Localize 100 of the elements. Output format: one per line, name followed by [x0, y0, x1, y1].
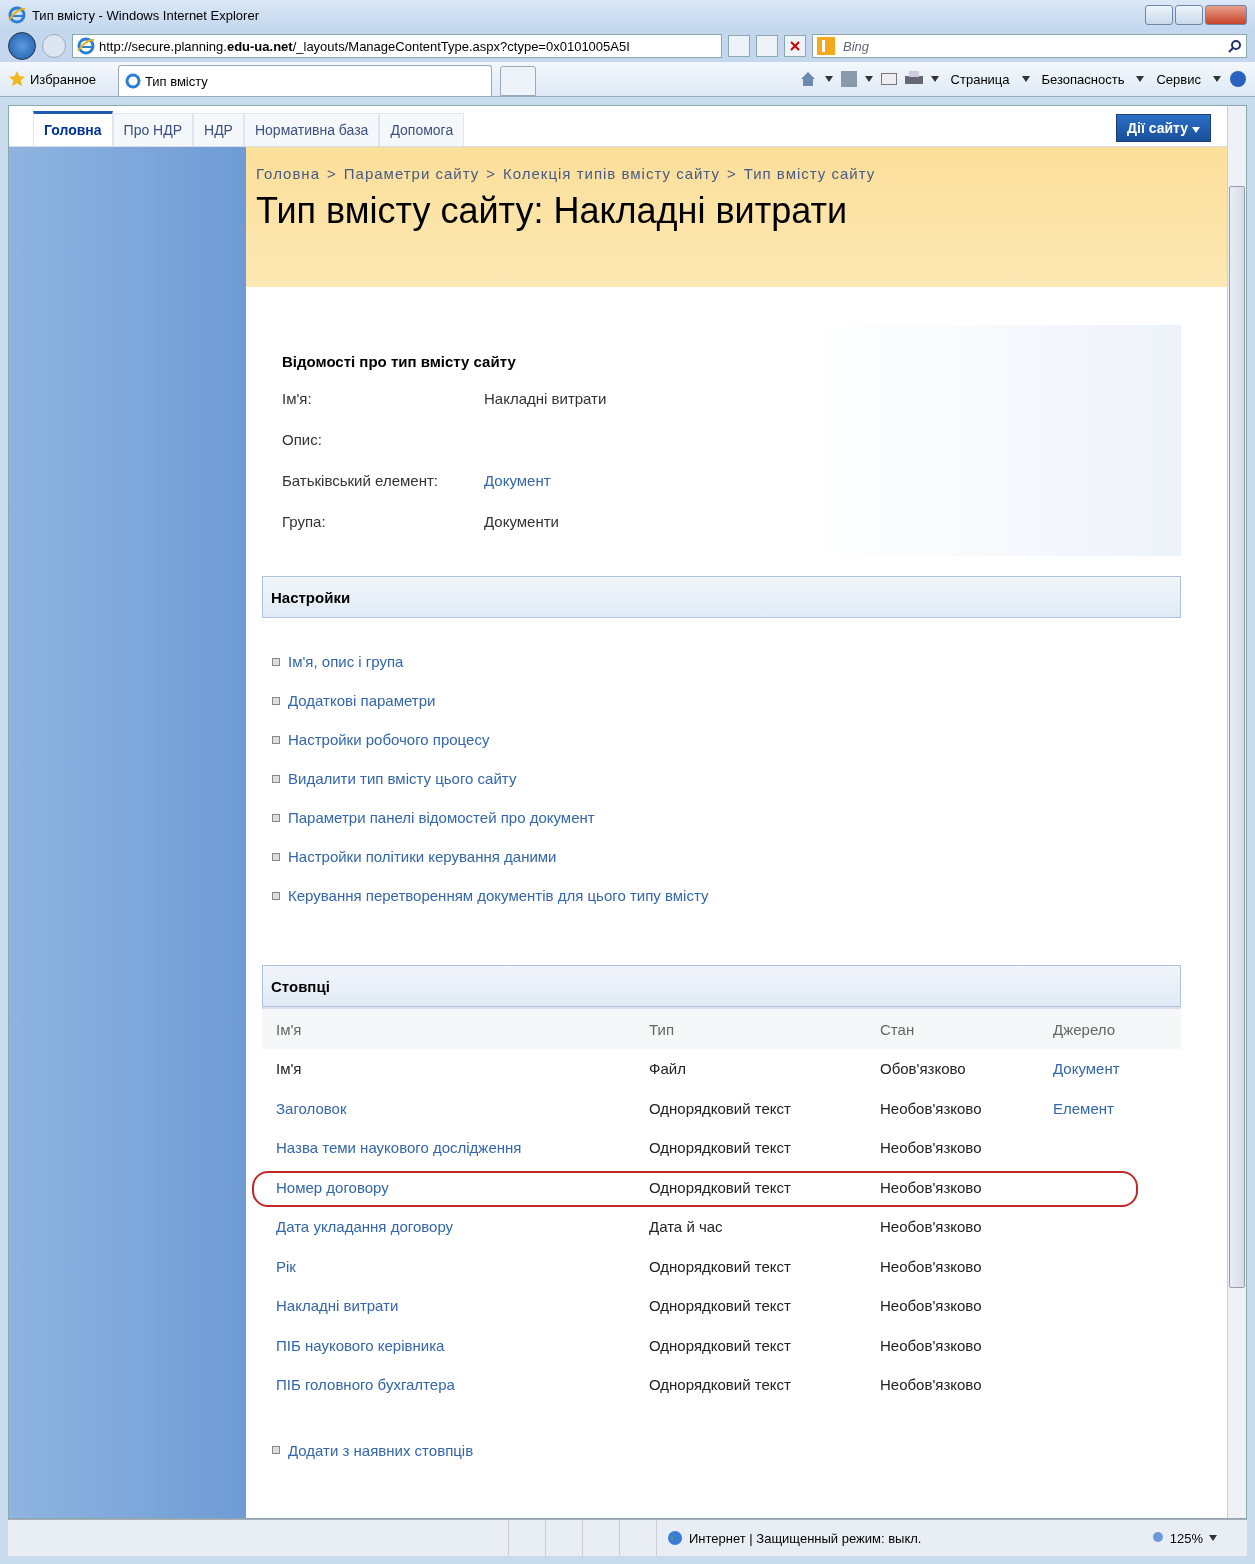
window-title: Тип вмісту - Windows Internet Explorer	[32, 7, 260, 23]
field-label: Опис:	[282, 431, 323, 448]
settings-link[interactable]: Ім'я, опис і група	[288, 653, 404, 670]
dropdown-arrow-icon[interactable]	[824, 76, 833, 82]
maximize-button[interactable]	[1175, 5, 1203, 25]
zoom-icon	[1151, 1531, 1166, 1545]
breadcrumb-link[interactable]: Головна	[256, 165, 320, 182]
settings-link[interactable]: Настройки політики керування даними	[288, 848, 557, 865]
ie-logo-icon	[77, 37, 95, 55]
settings-link[interactable]: Параметри панелі відомостей про документ	[288, 809, 595, 826]
section-heading: Відомості про тип вмісту сайту	[282, 353, 517, 370]
stop-button[interactable]	[784, 35, 806, 57]
column-link[interactable]: Назва теми наукового дослідження	[276, 1139, 522, 1157]
settings-link[interactable]: Додаткові параметри	[288, 692, 436, 709]
settings-link[interactable]: Настройки робочого процесу	[288, 731, 490, 748]
bullet-icon	[272, 657, 280, 666]
column-link[interactable]: Рік	[276, 1257, 296, 1275]
table-cell: Необов'язково	[880, 1139, 982, 1157]
breadcrumb-link[interactable]: Параметри сайту	[343, 165, 480, 182]
table-cell: Однорядковий текст	[649, 1139, 791, 1157]
bing-logo-icon	[817, 37, 835, 55]
globe-icon	[667, 1530, 683, 1546]
bullet-icon	[272, 852, 280, 861]
table-cell: Необов'язково	[880, 1178, 982, 1196]
section-heading: Настройки	[262, 576, 1181, 618]
ie-logo-icon	[124, 73, 141, 89]
minimize-button[interactable]	[1145, 5, 1173, 25]
table-cell: Однорядковий текст	[649, 1178, 791, 1196]
menu-button[interactable]: Страница	[946, 71, 1014, 87]
column-header: Ім'я	[262, 1007, 635, 1049]
field-value: Документи	[484, 513, 560, 530]
breadcrumb-link[interactable]: Колекція типів вмісту сайту	[503, 165, 720, 182]
add-columns-link[interactable]: Додати з наявних стовпців	[288, 1441, 474, 1459]
browser-tab[interactable]: Тип вмісту	[117, 65, 492, 96]
breadcrumb-separator: >	[726, 165, 737, 182]
back-button[interactable]	[8, 32, 36, 60]
column-link[interactable]: ПІБ головного бухгалтера	[276, 1376, 455, 1394]
search-field[interactable]: Bing	[812, 34, 1247, 58]
field-value: Накладні витрати	[484, 390, 608, 407]
field-label: Ім'я:	[282, 390, 313, 407]
menu-button[interactable]: Сервис	[1152, 71, 1205, 87]
menu-button[interactable]: Безопасность	[1037, 71, 1129, 87]
table-cell: Необов'язково	[880, 1376, 982, 1394]
table-cell: Однорядковий текст	[649, 1376, 791, 1394]
scrollbar[interactable]	[1227, 106, 1246, 1518]
bullet-icon	[272, 891, 280, 900]
dropdown-arrow-icon	[1192, 127, 1200, 133]
column-link[interactable]: ПІБ наукового керівника	[276, 1336, 445, 1354]
table-cell: Необов'язково	[880, 1257, 982, 1275]
table-cell: Файл	[649, 1060, 686, 1078]
search-icon[interactable]	[1228, 39, 1242, 53]
table-cell: Ім'я	[276, 1060, 302, 1078]
table-cell: Однорядковий текст	[649, 1257, 791, 1275]
zoom-button[interactable]: 125%	[1145, 1529, 1209, 1547]
ie-logo-icon	[8, 6, 26, 24]
table-cell: Однорядковий текст	[649, 1099, 791, 1117]
nav-tab[interactable]: Про НДР	[112, 113, 194, 146]
nav-tab[interactable]: НДР	[193, 113, 244, 146]
settings-link[interactable]: Видалити тип вмісту цього сайту	[288, 770, 517, 787]
table-cell: Обов'язково	[880, 1060, 966, 1078]
field-link[interactable]: Документ	[484, 472, 1161, 489]
site-actions-button[interactable]: Дії сайту	[1116, 114, 1211, 142]
stop-icon	[790, 41, 800, 51]
column-header: Стан	[866, 1007, 1039, 1049]
table-cell: Необов'язково	[880, 1099, 982, 1117]
breadcrumb-separator: >	[486, 165, 496, 182]
table-cell: Однорядковий текст	[649, 1336, 791, 1354]
bullet-icon	[272, 735, 280, 744]
column-link[interactable]: Номер договору	[276, 1178, 389, 1196]
bullet-icon	[272, 696, 280, 705]
dropdown-arrow-icon[interactable]	[1209, 1535, 1217, 1541]
address-field[interactable]: http://secure.planning.edu-ua.net/_layouts/ManageContentType.aspx?ctype=0x0101005A5I	[72, 34, 722, 58]
breadcrumb-separator: >	[327, 165, 337, 182]
bullet-icon	[272, 1446, 280, 1454]
dropdown-arrow-icon[interactable]	[864, 76, 873, 82]
column-header: Тип	[635, 1007, 866, 1049]
column-link[interactable]: Заголовок	[276, 1099, 347, 1117]
dropdown-arrow-icon[interactable]	[1136, 76, 1145, 82]
security-zone: Интернет | Защищенный режим: выкл.	[689, 1530, 922, 1546]
nav-tab[interactable]: Головна	[33, 111, 113, 146]
favorites-button[interactable]: Избранное	[8, 70, 110, 88]
breadcrumb-link[interactable]: Тип вмісту сайту	[743, 165, 876, 182]
nav-tab[interactable]: Нормативна база	[243, 113, 380, 146]
dropdown-arrow-icon[interactable]	[1213, 76, 1221, 82]
page-title: Тип вмісту сайту: Накладні витрати	[256, 190, 849, 232]
column-header: Джерело	[1039, 1007, 1181, 1049]
source-link[interactable]: Документ	[1053, 1060, 1120, 1078]
dropdown-arrow-icon[interactable]	[930, 76, 939, 82]
column-link[interactable]: Дата укладання договору	[276, 1218, 454, 1236]
table-cell: Необов'язково	[880, 1297, 982, 1315]
bullet-icon	[272, 774, 280, 783]
source-link[interactable]: Елемент	[1053, 1099, 1114, 1117]
table-cell: Необов'язково	[880, 1336, 982, 1354]
column-link[interactable]: Накладні витрати	[276, 1297, 399, 1315]
settings-link[interactable]: Керування перетворенням документів для цього типу вмісту	[288, 887, 709, 904]
bullet-icon	[272, 813, 280, 822]
printer-icon[interactable]	[904, 71, 923, 87]
nav-tab[interactable]: Допомога	[379, 113, 465, 146]
dropdown-arrow-icon[interactable]	[1021, 76, 1030, 82]
field-label: Група:	[282, 513, 327, 530]
